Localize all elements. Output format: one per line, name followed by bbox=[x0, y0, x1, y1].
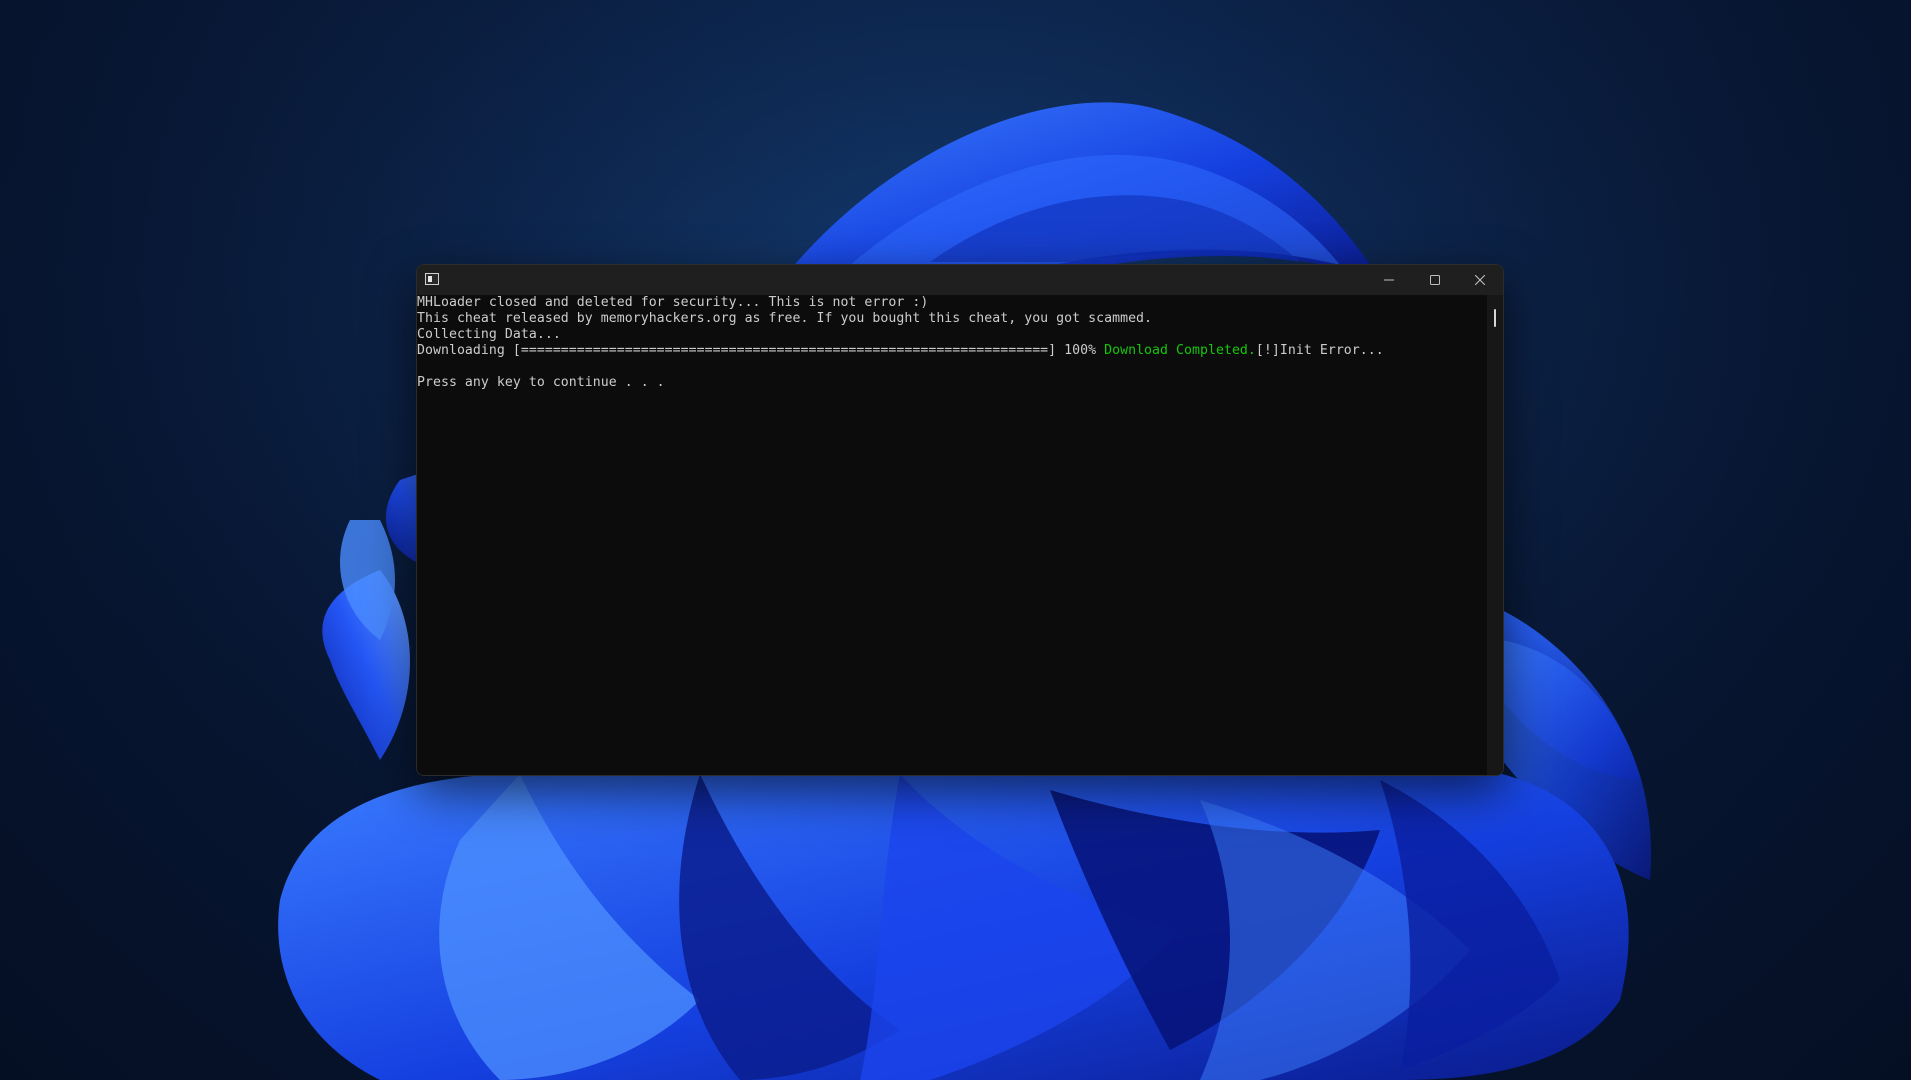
console-window[interactable]: MHLoader closed and deleted for security… bbox=[416, 264, 1504, 776]
console-output[interactable]: MHLoader closed and deleted for security… bbox=[417, 295, 1487, 775]
title-bar[interactable] bbox=[417, 265, 1503, 295]
maximize-button[interactable] bbox=[1412, 265, 1458, 295]
scrollbar-thumb[interactable] bbox=[1494, 309, 1496, 327]
download-status-text: Download Completed. bbox=[1104, 343, 1256, 358]
close-button[interactable] bbox=[1457, 265, 1503, 295]
vertical-scrollbar[interactable] bbox=[1487, 295, 1503, 775]
desktop: MHLoader closed and deleted for security… bbox=[0, 0, 1911, 1080]
console-app-icon bbox=[425, 273, 439, 285]
init-error-text: [!]Init Error... bbox=[1255, 343, 1384, 358]
maximize-icon bbox=[1430, 275, 1440, 285]
download-progress-text: Downloading [===========================… bbox=[417, 343, 1105, 358]
console-line: Collecting Data... bbox=[417, 327, 561, 342]
download-progress-line: Downloading [===========================… bbox=[417, 343, 1384, 359]
console-line: This cheat released by memoryhackers.org… bbox=[417, 311, 1153, 326]
console-line: Press any key to continue . . . bbox=[417, 375, 665, 390]
close-icon bbox=[1475, 275, 1485, 285]
minimize-icon bbox=[1384, 279, 1394, 281]
minimize-button[interactable] bbox=[1366, 265, 1412, 295]
console-line: MHLoader closed and deleted for security… bbox=[417, 295, 929, 310]
